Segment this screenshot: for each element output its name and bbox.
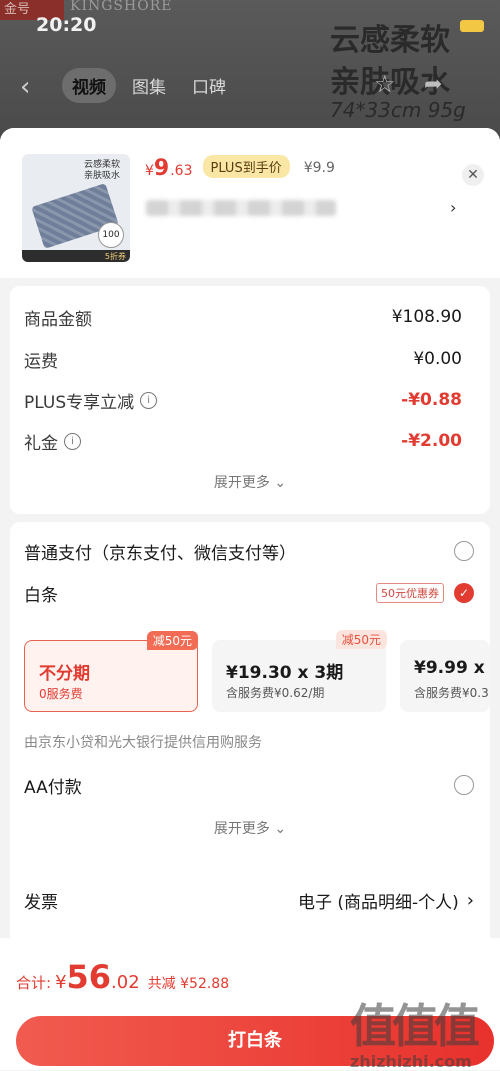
plan-badge: 减50元: [335, 630, 387, 649]
invoice-label: 发票: [24, 892, 58, 913]
payment-option-label: 普通支付（京东支付、微信支付等）: [24, 543, 296, 564]
tab-reviews[interactable]: 口碑: [182, 68, 236, 103]
chevron-right-icon: ›: [466, 889, 474, 911]
price-decimal: .63: [170, 163, 193, 179]
share-icon[interactable]: ➦: [424, 72, 442, 97]
blurred-product-spec: [146, 200, 336, 216]
back-icon[interactable]: ‹: [20, 72, 30, 102]
total-saved: 共减 ¥52.88: [147, 976, 230, 992]
cost-label: 商品金额: [24, 309, 92, 330]
cost-label: 运费: [24, 351, 58, 372]
plan-title: ¥9.99 x 6: [414, 658, 490, 678]
info-icon[interactable]: i: [140, 391, 158, 409]
close-icon[interactable]: ✕: [462, 164, 484, 186]
credit-service-note: 由京东小贷和光大银行提供信用购服务: [24, 735, 262, 751]
status-time: 20:20: [36, 14, 97, 36]
invoice-value: 电子 (商品明细-个人): [297, 892, 459, 913]
plan-title: 不分期: [39, 664, 90, 684]
plan-option[interactable]: 减50元 ¥19.30 x 3期 含服务费¥0.62/期: [212, 630, 387, 712]
cost-label-wrap: 礼金 i: [24, 429, 81, 454]
payment-option-normal[interactable]: 普通支付（京东支付、微信支付等）: [24, 538, 474, 564]
battery-icon: [460, 20, 484, 32]
chevron-right-icon[interactable]: ›: [450, 198, 456, 217]
radio-button[interactable]: [454, 541, 474, 561]
total-integer: 56: [66, 958, 112, 996]
cost-row: PLUS专享立减 i -¥0.88: [24, 387, 462, 413]
thumbnail-bar: 5折券: [22, 250, 130, 262]
cost-value: ¥0.00: [413, 349, 462, 369]
thumbnail-badge: 100: [98, 222, 124, 248]
installment-plans: 减50元 不分期 0服务费 减50元 ¥19.30 x 3期 含服务费¥0.62…: [24, 630, 500, 720]
cost-value: -¥2.00: [401, 431, 462, 451]
background-spec: 74*33cm 95g: [330, 98, 466, 122]
baitiao-right: 50元优惠券 ✓: [376, 583, 474, 603]
payment-option-aa[interactable]: AA付款: [24, 772, 474, 798]
thumbnail-bar-text: 5折券: [104, 252, 126, 261]
coupon-badge: 50元优惠券: [376, 583, 444, 603]
expand-more-button[interactable]: 展开更多 ⌄: [10, 472, 490, 492]
plan-title: ¥19.30 x 3期: [226, 663, 344, 683]
brand-name: KINGSHORE: [70, 0, 173, 14]
check-icon[interactable]: ✓: [454, 583, 474, 603]
price-symbol: ¥: [145, 163, 154, 179]
price-row: ¥ 9 .63 PLUS到手价 ¥9.9: [145, 155, 335, 181]
invoice-card[interactable]: 发票 电子 (商品明细-个人) ›: [10, 872, 490, 928]
info-icon[interactable]: i: [64, 432, 81, 450]
plus-price-tag: PLUS到手价: [202, 155, 290, 178]
product-summary: 云感柔软 亲肤吸水 100 5折券 ¥ 9 .63 PLUS到手价 ¥9.9 ›…: [0, 128, 500, 278]
watermark-mark: 值值值: [350, 999, 480, 1053]
original-price: ¥9.9: [303, 160, 335, 176]
cost-row: 运费 ¥0.00: [24, 346, 462, 372]
payment-option-baitiao[interactable]: 白条 50元优惠券 ✓: [24, 580, 474, 606]
product-thumbnail[interactable]: 云感柔软 亲肤吸水 100 5折券: [22, 154, 130, 262]
plan-subtitle: 含服务费¥0.62/期: [226, 686, 325, 700]
tab-gallery[interactable]: 图集: [122, 68, 176, 103]
plan-subtitle: 0服务费: [39, 687, 83, 701]
order-total: 合计: ¥ 56 .02 共减 ¥52.88: [16, 958, 229, 996]
plan-badge: 减50元: [146, 631, 198, 650]
background-product-page: 金号 KINGSHORE 20:20 云感柔软 亲肤吸水 74*33cm 95g…: [0, 0, 500, 140]
watermark: 值值值 zhizhizhi.com: [350, 990, 496, 1071]
total-decimal: .02: [111, 972, 140, 993]
invoice-row: 发票 电子 (商品明细-个人) ›: [24, 887, 474, 913]
invoice-right: 电子 (商品明细-个人) ›: [298, 888, 474, 913]
payment-option-label: AA付款: [24, 777, 82, 798]
plan-option[interactable]: ¥9.99 x 6 含服务费¥0.3: [400, 640, 490, 712]
total-label: 合计:: [16, 974, 52, 992]
headline-line-1: 云感柔软: [330, 23, 450, 58]
checkout-sheet: 云感柔软 亲肤吸水 100 5折券 ¥ 9 .63 PLUS到手价 ¥9.9 ›…: [0, 128, 500, 1070]
plan-option[interactable]: 减50元 不分期 0服务费: [24, 631, 198, 712]
payment-option-label: 白条: [24, 585, 58, 606]
media-tabs: 视频 图集 口碑: [62, 68, 236, 103]
cost-breakdown-card: 商品金额 ¥108.90 运费 ¥0.00 PLUS专享立减 i -¥0.88 …: [10, 286, 490, 514]
radio-button[interactable]: [454, 775, 474, 795]
cost-row: 商品金额 ¥108.90: [24, 304, 462, 330]
thumbnail-text: 云感柔软 亲肤吸水: [84, 160, 121, 181]
cost-label-wrap: PLUS专享立减 i: [24, 388, 158, 413]
price-integer: 9: [153, 156, 170, 181]
cost-label: PLUS专享立减: [24, 392, 135, 413]
total-symbol: ¥: [55, 972, 67, 993]
tab-video[interactable]: 视频: [62, 68, 116, 103]
cost-row: 礼金 i -¥2.00: [24, 428, 462, 454]
favorite-icon[interactable]: ☆: [374, 70, 396, 98]
plan-subtitle: 含服务费¥0.3: [414, 686, 489, 700]
cost-value: ¥108.90: [391, 307, 462, 327]
expand-more-button[interactable]: 展开更多 ⌄: [10, 818, 490, 838]
cost-value: -¥0.88: [401, 390, 462, 410]
cost-label: 礼金: [24, 433, 58, 454]
